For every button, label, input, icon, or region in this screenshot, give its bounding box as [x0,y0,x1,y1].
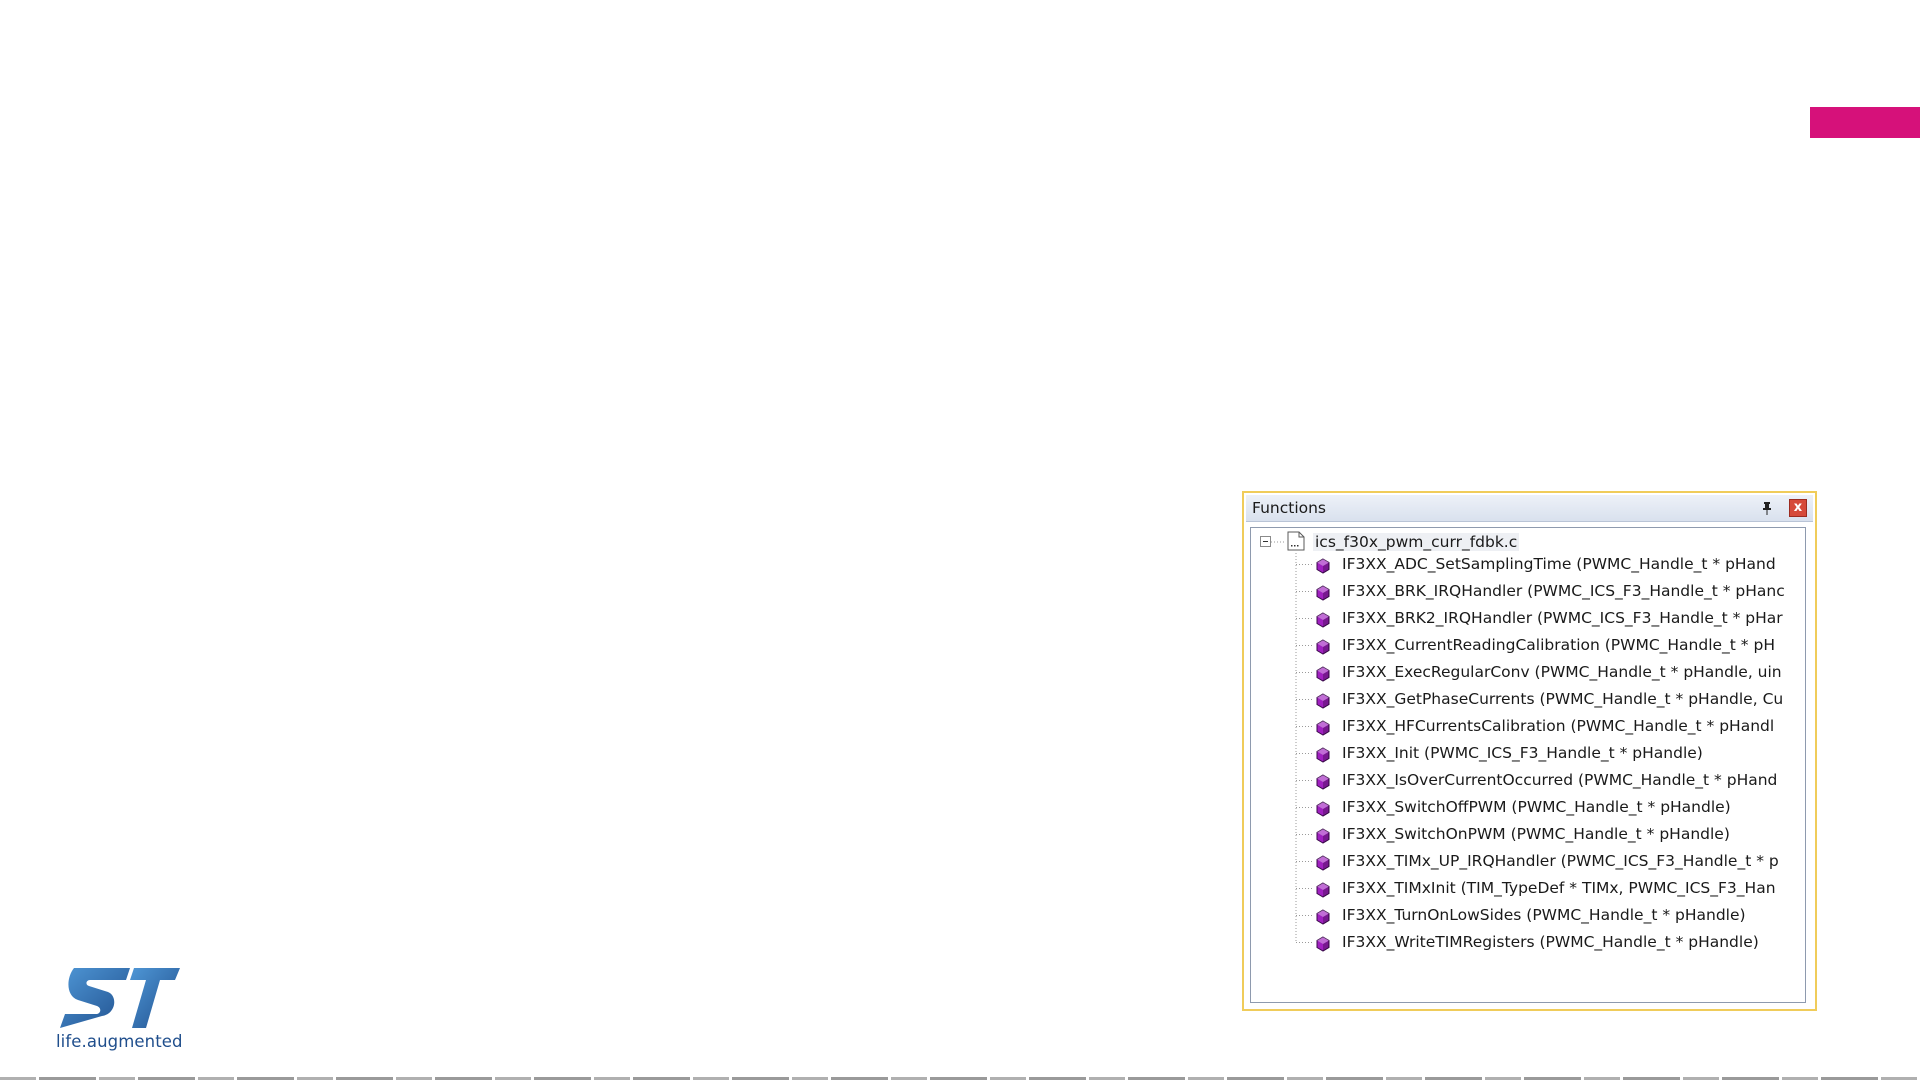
functions-tree-view[interactable]: ics_f30x_pwm_curr_fdbk.c IF3XX_ADC_SetSa… [1250,527,1806,1003]
function-item[interactable]: IF3XX_TIMx_UP_IRQHandler (PWMC_ICS_F3_Ha… [1315,848,1779,875]
file-name: ics_f30x_pwm_curr_fdbk.c [1313,533,1520,551]
function-item[interactable]: IF3XX_WriteTIMRegisters (PWMC_Handle_t *… [1315,929,1759,956]
function-icon [1315,718,1331,736]
function-icon [1315,664,1331,682]
function-icon [1315,772,1331,790]
function-item[interactable]: IF3XX_CurrentReadingCalibration (PWMC_Ha… [1315,632,1775,659]
function-icon [1315,745,1331,763]
function-item[interactable]: IF3XX_HFCurrentsCalibration (PWMC_Handle… [1315,713,1774,740]
function-icon [1315,610,1331,628]
function-icon [1315,556,1331,574]
function-item[interactable]: IF3XX_ADC_SetSamplingTime (PWMC_Handle_t… [1315,551,1776,578]
function-icon [1315,826,1331,844]
function-item[interactable]: IF3XX_TurnOnLowSides (PWMC_Handle_t * pH… [1315,902,1746,929]
function-label: IF3XX_TurnOnLowSides (PWMC_Handle_t * pH… [1342,906,1746,924]
function-label: IF3XX_HFCurrentsCalibration (PWMC_Handle… [1342,717,1775,735]
function-item[interactable]: IF3XX_TIMxInit (TIM_TypeDef * TIMx, PWMC… [1315,875,1776,902]
function-label: IF3XX_TIMxInit (TIM_TypeDef * TIMx, PWMC… [1342,879,1776,897]
function-icon [1315,691,1331,709]
function-label: IF3XX_WriteTIMRegisters (PWMC_Handle_t *… [1342,933,1759,951]
source-file-icon [1287,531,1305,551]
function-icon [1315,583,1331,601]
panel-title: Functions [1252,499,1327,517]
bottom-divider [0,1077,1920,1080]
function-item[interactable]: IF3XX_GetPhaseCurrents (PWMC_Handle_t * … [1315,686,1783,713]
function-label: IF3XX_IsOverCurrentOccurred (PWMC_Handle… [1342,771,1778,789]
function-icon [1315,853,1331,871]
function-label: IF3XX_Init (PWMC_ICS_F3_Handle_t * pHand… [1342,744,1703,762]
function-icon [1315,907,1331,925]
function-label: IF3XX_SwitchOnPWM (PWMC_Handle_t * pHand… [1342,825,1730,843]
functions-tree: ics_f30x_pwm_curr_fdbk.c IF3XX_ADC_SetSa… [1251,528,1805,1002]
function-label: IF3XX_GetPhaseCurrents (PWMC_Handle_t * … [1342,690,1784,708]
panel-titlebar: Functions x [1246,495,1813,522]
collapse-toggle[interactable] [1260,536,1271,547]
functions-panel: Functions x ics_f30x_pwm_curr_fdbk.c IF3… [1242,491,1817,1011]
function-item[interactable]: IF3XX_BRK2_IRQHandler (PWMC_ICS_F3_Handl… [1315,605,1783,632]
function-label: IF3XX_TIMx_UP_IRQHandler (PWMC_ICS_F3_Ha… [1342,852,1779,870]
close-icon[interactable]: x [1789,499,1807,517]
function-label: IF3XX_BRK2_IRQHandler (PWMC_ICS_F3_Handl… [1342,609,1783,627]
function-icon [1315,880,1331,898]
function-item[interactable]: IF3XX_ExecRegularConv (PWMC_Handle_t * p… [1315,659,1782,686]
function-label: IF3XX_ADC_SetSamplingTime (PWMC_Handle_t… [1342,555,1776,573]
function-icon [1315,799,1331,817]
function-icon [1315,934,1331,952]
brand-tagline: life.augmented [56,1032,183,1051]
pin-icon[interactable] [1759,500,1775,516]
accent-bar [1810,107,1920,138]
function-item[interactable]: IF3XX_BRK_IRQHandler (PWMC_ICS_F3_Handle… [1315,578,1785,605]
function-item[interactable]: IF3XX_SwitchOnPWM (PWMC_Handle_t * pHand… [1315,821,1730,848]
function-label: IF3XX_ExecRegularConv (PWMC_Handle_t * p… [1342,663,1782,681]
function-label: IF3XX_CurrentReadingCalibration (PWMC_Ha… [1342,636,1775,654]
function-icon [1315,637,1331,655]
function-item[interactable]: IF3XX_Init (PWMC_ICS_F3_Handle_t * pHand… [1315,740,1703,767]
function-label: IF3XX_SwitchOffPWM (PWMC_Handle_t * pHan… [1342,798,1731,816]
function-item[interactable]: IF3XX_IsOverCurrentOccurred (PWMC_Handle… [1315,767,1777,794]
function-label: IF3XX_BRK_IRQHandler (PWMC_ICS_F3_Handle… [1342,582,1785,600]
function-item[interactable]: IF3XX_SwitchOffPWM (PWMC_Handle_t * pHan… [1315,794,1731,821]
